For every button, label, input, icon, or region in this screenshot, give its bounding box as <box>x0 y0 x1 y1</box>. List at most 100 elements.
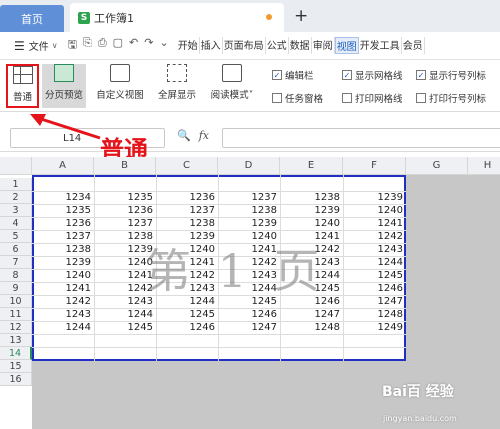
cell-E4[interactable]: 1240 <box>280 217 343 230</box>
cell-F10[interactable]: 1247 <box>343 295 406 308</box>
ribbon-tab-5[interactable]: 审阅 <box>312 37 335 54</box>
cell-D12[interactable]: 1247 <box>218 321 280 334</box>
save-icon[interactable]: 🖫 <box>68 36 77 55</box>
ribbon-tab-0[interactable]: 开始 <box>177 37 200 54</box>
cell-E11[interactable]: 1247 <box>280 308 343 321</box>
cell-F12[interactable]: 1249 <box>343 321 406 334</box>
ribbon-tab-4[interactable]: 数据 <box>289 37 312 54</box>
cell-A7[interactable]: 1239 <box>32 256 94 269</box>
row-header-14[interactable]: 14 <box>0 347 32 360</box>
tab-workbook[interactable]: S 工作簿1 <box>70 3 284 32</box>
cell-E12[interactable]: 1248 <box>280 321 343 334</box>
row-header-6[interactable]: 6 <box>0 243 32 256</box>
edit-bar-checkbox[interactable]: ✓ 编辑栏 <box>272 68 314 82</box>
cell-A4[interactable]: 1236 <box>32 217 94 230</box>
fx-icon[interactable]: fx <box>199 129 209 142</box>
zoom-search-icon[interactable]: 🔍 <box>177 129 191 142</box>
cell-A9[interactable]: 1241 <box>32 282 94 295</box>
cell-A2[interactable]: 1234 <box>32 191 94 204</box>
ribbon-tab-8[interactable]: 会员 <box>402 37 425 54</box>
row-header-15[interactable]: 15 <box>0 360 32 373</box>
cell-A3[interactable]: 1235 <box>32 204 94 217</box>
cell-E3[interactable]: 1239 <box>280 204 343 217</box>
cell-A11[interactable]: 1243 <box>32 308 94 321</box>
print-icon[interactable]: ⎙ <box>98 36 107 55</box>
file-menu[interactable]: ☰ 文件 ∨ <box>0 38 58 54</box>
row-header-7[interactable]: 7 <box>0 256 32 269</box>
row-header-4[interactable]: 4 <box>0 217 32 230</box>
cell-C4[interactable]: 1238 <box>156 217 218 230</box>
row-header-8[interactable]: 8 <box>0 269 32 282</box>
reading-mode-button[interactable]: 阅读模式˅ <box>206 64 258 108</box>
cell-F4[interactable]: 1241 <box>343 217 406 230</box>
cell-F9[interactable]: 1246 <box>343 282 406 295</box>
select-all-corner[interactable] <box>0 157 32 175</box>
cell-A6[interactable]: 1238 <box>32 243 94 256</box>
cell-D2[interactable]: 1237 <box>218 191 280 204</box>
redo-icon[interactable]: ↷ <box>144 36 153 55</box>
column-header-A[interactable]: A <box>32 157 94 175</box>
ribbon-tab-3[interactable]: 公式 <box>266 37 289 54</box>
column-header-F[interactable]: F <box>343 157 406 175</box>
cell-E2[interactable]: 1238 <box>280 191 343 204</box>
cell-B2[interactable]: 1235 <box>94 191 156 204</box>
row-header-11[interactable]: 11 <box>0 308 32 321</box>
normal-view-button[interactable]: 普通 <box>6 64 39 108</box>
cell-F3[interactable]: 1240 <box>343 204 406 217</box>
cell-B4[interactable]: 1237 <box>94 217 156 230</box>
row-header-10[interactable]: 10 <box>0 295 32 308</box>
more-icon[interactable]: ⌄ <box>159 36 168 55</box>
cell-A10[interactable]: 1242 <box>32 295 94 308</box>
print-gridlines-checkbox[interactable]: 打印网格线 <box>342 91 403 105</box>
row-header-3[interactable]: 3 <box>0 204 32 217</box>
print-preview-icon[interactable]: ▢ <box>113 36 123 55</box>
cell-F7[interactable]: 1244 <box>343 256 406 269</box>
row-header-5[interactable]: 5 <box>0 230 32 243</box>
fullscreen-button[interactable]: 全屏显示 <box>154 64 200 108</box>
show-gridlines-checkbox[interactable]: ✓ 显示网格线 <box>342 68 403 82</box>
cell-F6[interactable]: 1243 <box>343 243 406 256</box>
row-header-16[interactable]: 16 <box>0 373 32 386</box>
custom-view-button[interactable]: 自定义视图 <box>94 64 146 108</box>
cell-C11[interactable]: 1245 <box>156 308 218 321</box>
task-pane-checkbox[interactable]: 任务窗格 <box>272 91 323 105</box>
cell-B11[interactable]: 1244 <box>94 308 156 321</box>
row-header-1[interactable]: 1 <box>0 178 32 191</box>
ribbon-tab-1[interactable]: 插入 <box>200 37 223 54</box>
cell-A5[interactable]: 1237 <box>32 230 94 243</box>
undo-icon[interactable]: ↶ <box>129 36 138 55</box>
ribbon-tab-6[interactable]: 视图 <box>334 37 359 54</box>
cell-D11[interactable]: 1246 <box>218 308 280 321</box>
column-header-G[interactable]: G <box>406 157 468 175</box>
cell-A12[interactable]: 1244 <box>32 321 94 334</box>
row-header-2[interactable]: 2 <box>0 191 32 204</box>
cell-B3[interactable]: 1236 <box>94 204 156 217</box>
cell-C12[interactable]: 1246 <box>156 321 218 334</box>
column-header-E[interactable]: E <box>280 157 343 175</box>
cell-D3[interactable]: 1238 <box>218 204 280 217</box>
column-header-C[interactable]: C <box>156 157 218 175</box>
ribbon-tab-7[interactable]: 开发工具 <box>359 37 402 54</box>
column-header-D[interactable]: D <box>218 157 280 175</box>
row-header-12[interactable]: 12 <box>0 321 32 334</box>
show-headers-checkbox[interactable]: ✓ 显示行号列标 <box>416 68 486 82</box>
cell-D4[interactable]: 1239 <box>218 217 280 230</box>
column-header-B[interactable]: B <box>94 157 156 175</box>
format-painter-icon[interactable]: ⎘ <box>83 36 92 55</box>
cell-A8[interactable]: 1240 <box>32 269 94 282</box>
column-header-H[interactable]: H <box>468 157 500 175</box>
ribbon-tab-2[interactable]: 页面布局 <box>223 37 266 54</box>
new-tab-button[interactable]: + <box>294 6 308 26</box>
page-break-preview-button[interactable]: 分页预览 <box>42 64 86 108</box>
print-headers-checkbox[interactable]: 打印行号列标 <box>416 91 486 105</box>
cell-C3[interactable]: 1237 <box>156 204 218 217</box>
tab-home[interactable]: 首页 <box>0 5 64 32</box>
formula-input[interactable] <box>222 128 500 148</box>
row-header-13[interactable]: 13 <box>0 334 32 347</box>
cell-F2[interactable]: 1239 <box>343 191 406 204</box>
cell-F8[interactable]: 1245 <box>343 269 406 282</box>
cell-F11[interactable]: 1248 <box>343 308 406 321</box>
cell-B12[interactable]: 1245 <box>94 321 156 334</box>
cell-C2[interactable]: 1236 <box>156 191 218 204</box>
row-header-9[interactable]: 9 <box>0 282 32 295</box>
